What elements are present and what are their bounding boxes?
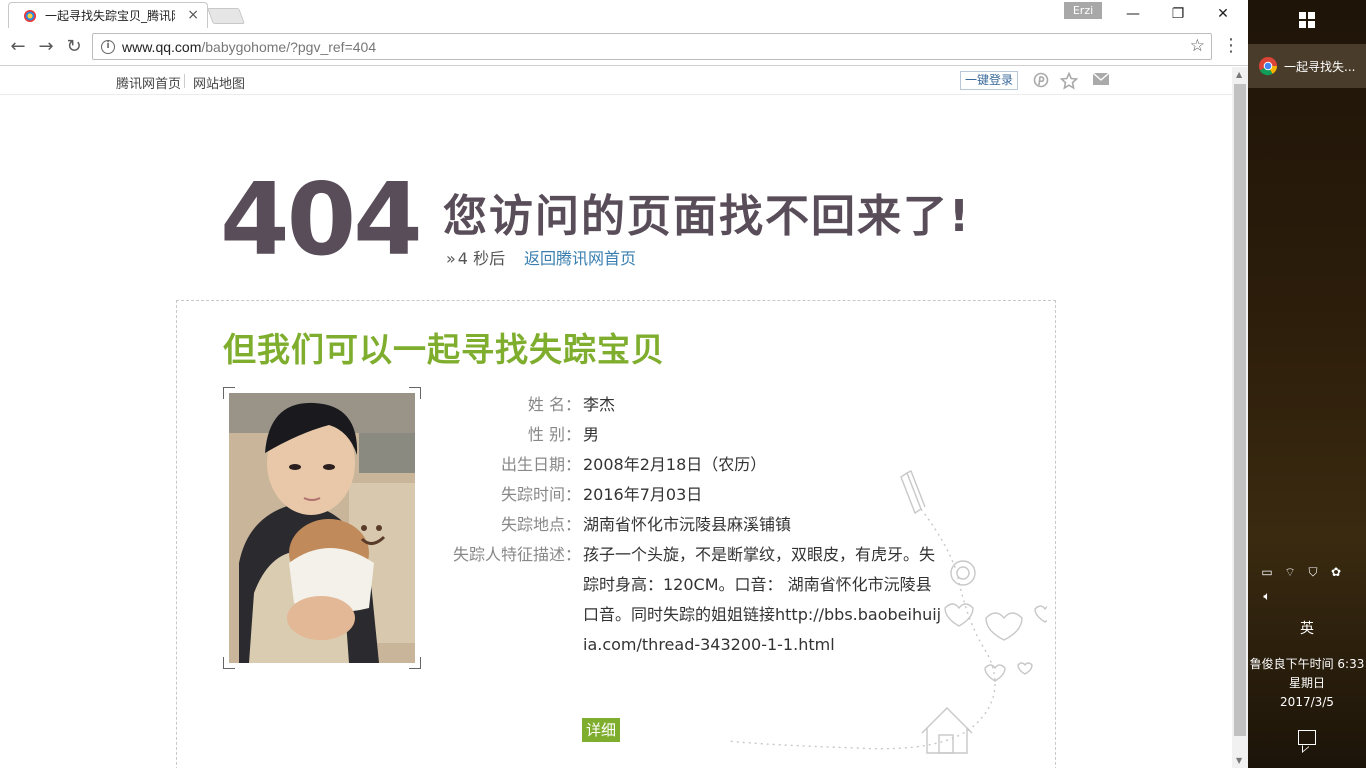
clock-weekday: 星期日 [1288,676,1325,690]
return-home-link[interactable]: 返回腾讯网首页 [524,245,636,269]
profile-button[interactable]: Erzi [1064,2,1102,19]
page-viewport: 腾讯网首页 网站地图 一键登录 404 您访问的页面找不回来了! » 4 秒后 返… [0,67,1232,768]
start-button[interactable] [1288,5,1326,35]
back-arrow-icon[interactable]: ← [8,37,28,57]
taskbar-chrome-app[interactable]: 一起寻找失... [1248,44,1366,88]
volume-icon[interactable]: 🔈︎ [1258,588,1276,604]
one-click-login-button[interactable]: 一键登录 [960,71,1018,90]
site-topbar: 腾讯网首页 网站地图 一键登录 [0,67,1232,95]
qq-favicon-icon [24,9,36,22]
error-code: 404 [220,161,423,278]
field-label: 失踪地点： [500,515,581,534]
tab-title: 一起寻找失踪宝贝_腾讯网 [45,9,175,23]
qq-home-link[interactable]: 腾讯网首页 [116,73,181,92]
defender-shield-icon[interactable]: ⛉ [1304,564,1322,580]
detail-button[interactable]: 详细 [582,718,620,742]
decorative-path-illustration [726,470,1047,754]
scroll-up-icon[interactable]: ▲ [1236,70,1242,79]
minimize-button[interactable]: — [1110,0,1156,28]
clock-time: 鲁俊良下午时间 6:33 [1249,657,1365,671]
new-tab-button[interactable] [207,8,245,24]
redirect-countdown: » 4 秒后 [446,245,505,269]
mail-icon[interactable] [1092,72,1110,90]
missing-child-card: 但我们可以一起寻找失踪宝贝 姓 名： 李杰 性 别： 男 出生日期： 2008年… [176,300,1056,768]
windows-taskbar: 一起寻找失... ▭ ⌔ ⛉ ✿ 🔈︎ 英 鲁俊良下午时间 6:33 星期日 2… [1248,0,1366,768]
action-center-icon[interactable] [1298,730,1316,745]
url-path: /babygohome/?pgv_ref=404 [201,38,377,55]
pinterest-icon[interactable] [1032,72,1050,90]
tab-strip: 一起寻找失踪宝贝_腾讯网 × Erzi — ❐ ✕ [0,0,1248,28]
browser-window: 一起寻找失踪宝贝_腾讯网 × Erzi — ❐ ✕ ← → ↻ i www.qq… [0,0,1248,768]
child-photo-frame [223,387,421,669]
chrome-icon [1259,57,1277,76]
ime-indicator[interactable]: 英 [1300,618,1314,638]
app-tray-icon[interactable]: ✿ [1327,564,1345,580]
field-label: 姓 名： [527,395,581,414]
forward-arrow-icon[interactable]: → [36,37,56,57]
error-headline: 您访问的页面找不回来了! [443,191,972,242]
field-label: 失踪人特征描述： [452,545,581,564]
restore-button[interactable]: ❐ [1155,0,1201,28]
url-host: www.qq.com [122,38,202,55]
topbar-divider [184,74,185,88]
browser-tab[interactable]: 一起寻找失踪宝贝_腾讯网 × [8,2,208,28]
field-label: 出生日期： [500,455,581,474]
info-icon[interactable]: i [101,39,115,54]
address-bar[interactable]: i www.qq.com/babygohome/?pgv_ref=404 ☆ [92,33,1212,60]
double-arrow-icon: » [446,249,456,268]
taskbar-app-label: 一起寻找失... [1284,59,1356,74]
url-text: www.qq.com/babygohome/?pgv_ref=404 [122,39,376,55]
battery-icon[interactable]: ▭ [1258,564,1276,580]
info-row: 姓 名： 李杰 [427,390,947,420]
clock-date: 2017/3/5 [1280,695,1334,709]
tab-close-icon[interactable]: × [187,7,199,23]
browser-toolbar: ← → ↻ i www.qq.com/babygohome/?pgv_ref=4… [0,28,1248,66]
scroll-down-icon[interactable]: ▼ [1236,756,1242,765]
countdown-text: 4 秒后 [457,249,506,268]
browser-menu-icon[interactable]: ⋮ [1222,37,1240,55]
field-label: 性 别： [527,425,581,444]
close-window-button[interactable]: ✕ [1200,0,1246,28]
field-label: 失踪时间： [500,485,581,504]
bookmark-star-icon[interactable]: ☆ [1190,36,1205,56]
child-photo[interactable] [229,393,415,663]
system-clock[interactable]: 鲁俊良下午时间 6:33 星期日 2017/3/5 [1248,655,1366,712]
scrollbar-thumb[interactable] [1234,84,1246,736]
wifi-icon[interactable]: ⌔ [1281,564,1299,580]
sitemap-link[interactable]: 网站地图 [193,73,245,92]
vertical-scrollbar[interactable]: ▲ ▼ [1232,67,1248,768]
card-title: 但我们可以一起寻找失踪宝贝 [223,330,665,369]
reload-icon[interactable]: ↻ [64,37,84,57]
field-value: 李杰 [583,395,616,414]
windows-logo-icon [1299,12,1315,28]
favorite-star-icon[interactable] [1059,71,1079,90]
